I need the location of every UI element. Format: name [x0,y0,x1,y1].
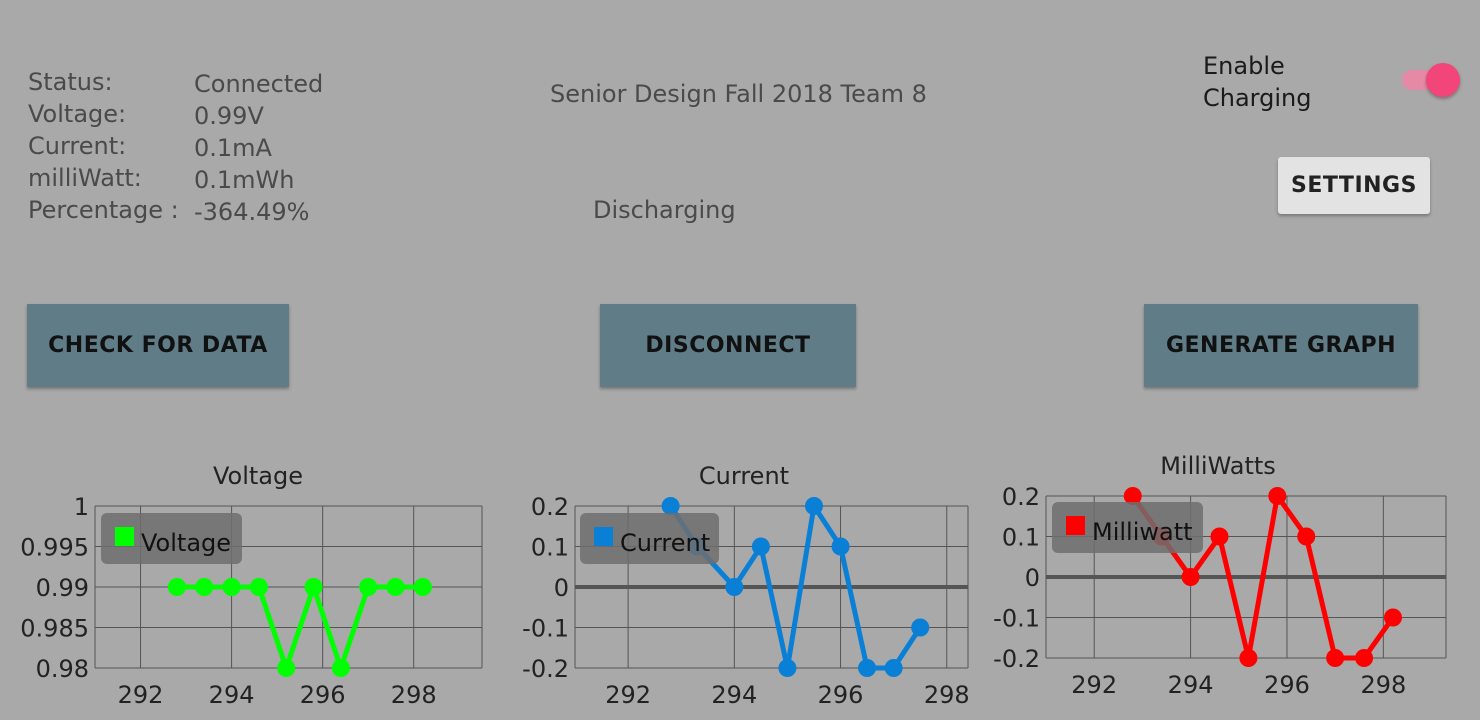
legend-label: Milliwatt [1092,518,1193,546]
data-point [804,497,823,515]
data-point [277,659,296,677]
x-tick-label: 298 [1360,671,1406,699]
legend-swatch [115,527,134,546]
x-tick-label: 298 [391,681,437,709]
charts-area: 0.98 0.985 0.99 0.995 1 292 294 296 298 Voltage Vo… [20,452,1447,709]
data-point [661,497,680,515]
data-point [884,659,903,677]
data-point [304,578,323,596]
x-tick-label: 298 [924,681,970,709]
y-tick-label: 0.2 [1002,483,1040,511]
data-point [1383,608,1402,627]
data-point [1297,527,1316,546]
y-tick-label: -0.2 [993,645,1040,673]
x-tick-label: 292 [118,681,164,709]
y-tick-label: 0 [1025,564,1040,592]
data-point [359,578,378,596]
data-point [751,537,770,556]
data-point [1326,649,1345,667]
chart-title: MilliWatts [1160,452,1276,480]
data-point [331,659,350,677]
x-tick-label: 294 [209,681,255,709]
y-tick-label: 0.995 [20,534,89,562]
data-point [1181,568,1200,586]
y-tick-label: 0.1 [531,534,569,562]
chart-title: Voltage [213,462,303,490]
y-tick-label: 0.98 [36,655,89,683]
data-point [725,578,744,596]
legend-swatch [1066,516,1085,535]
y-tick-label: -0.1 [522,615,569,643]
data-point [778,659,797,677]
y-tick-label: 0.1 [1002,524,1040,552]
y-tick-label: -0.2 [522,655,569,683]
x-tick-label: 292 [605,681,651,709]
data-point [1210,527,1229,546]
data-point [386,578,405,596]
y-tick-label: 0.985 [20,615,89,643]
data-point [1239,649,1258,667]
legend-swatch [594,527,613,546]
data-point [1355,649,1374,667]
data-point [249,578,268,596]
chart-title: Current [699,462,789,490]
y-tick-label: 0.99 [36,574,89,602]
y-tick-label: 0.2 [531,493,569,521]
y-tick-label: -0.1 [993,605,1040,633]
data-point [167,578,186,596]
data-point [831,537,850,556]
x-tick-label: 296 [300,681,346,709]
x-tick-label: 296 [818,681,864,709]
legend-label: Current [620,529,710,557]
data-point [222,578,241,596]
x-tick-label: 294 [1168,671,1214,699]
data-point [195,578,214,596]
x-tick-label: 292 [1071,671,1117,699]
data-point [1268,487,1287,505]
legend-label: Voltage [141,529,231,557]
data-point [413,578,432,596]
y-tick-label: 1 [74,493,89,521]
y-tick-label: 0 [554,574,569,602]
x-tick-label: 294 [711,681,757,709]
data-point [911,618,930,637]
data-point [858,659,877,677]
x-tick-label: 296 [1264,671,1310,699]
